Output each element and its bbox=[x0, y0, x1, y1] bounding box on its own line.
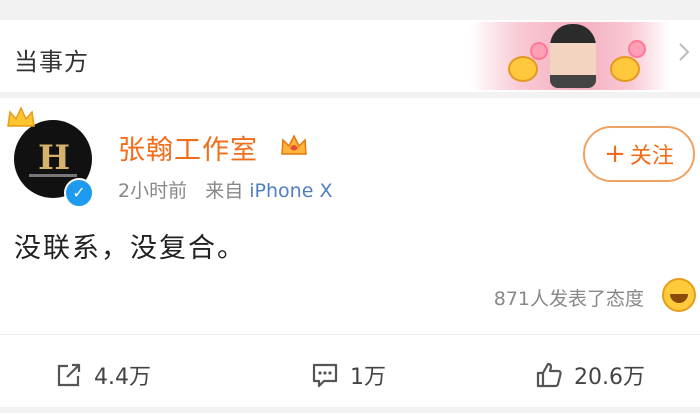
source-prefix: 来自 bbox=[205, 180, 244, 202]
weibo-post-card: H ✓ 张翰工作室 2小时前 来自 iPhone X + 关注 没联系，没复合。… bbox=[0, 98, 700, 334]
heart-icon bbox=[530, 42, 548, 60]
top-gap bbox=[0, 0, 700, 20]
vip-crown-icon[interactable] bbox=[280, 132, 308, 158]
post-meta: 2小时前 来自 iPhone X bbox=[118, 176, 332, 203]
follow-label: 关注 bbox=[629, 144, 674, 169]
sticker-icon bbox=[610, 56, 640, 82]
bottom-divider bbox=[0, 407, 700, 413]
comment-button[interactable]: 1万 bbox=[310, 335, 386, 414]
celebrity-banner-image[interactable] bbox=[470, 22, 670, 90]
source-device-link[interactable]: iPhone X bbox=[249, 180, 332, 202]
laugh-emoji-icon[interactable] bbox=[662, 278, 696, 312]
verified-badge-icon: ✓ bbox=[64, 178, 94, 208]
chevron-right-icon[interactable] bbox=[672, 40, 696, 64]
avatar-logo-subtext bbox=[29, 174, 77, 177]
share-icon bbox=[57, 363, 81, 386]
topic-header: 当事方 bbox=[0, 20, 700, 92]
action-bar: 4.4万 1万 20.6万 bbox=[0, 334, 700, 414]
repost-count: 4.4万 bbox=[94, 364, 151, 390]
comment-count: 1万 bbox=[350, 364, 386, 390]
post-time: 2小时前 bbox=[118, 180, 188, 202]
thumbs-up-icon bbox=[536, 362, 562, 387]
like-button[interactable]: 20.6万 bbox=[534, 335, 645, 414]
crown-icon bbox=[7, 106, 35, 127]
follow-button[interactable]: + 关注 bbox=[583, 126, 695, 182]
plus-icon: + bbox=[604, 139, 626, 169]
header-title: 当事方 bbox=[14, 48, 89, 76]
heart-icon bbox=[628, 40, 646, 58]
comment-icon bbox=[312, 363, 338, 387]
username[interactable]: 张翰工作室 bbox=[118, 128, 258, 167]
repost-button[interactable]: 4.4万 bbox=[54, 335, 151, 414]
sticker-icon bbox=[508, 56, 538, 82]
reactions-summary[interactable]: 871人发表了态度 bbox=[494, 284, 644, 311]
post-content: 没联系，没复合。 bbox=[14, 233, 246, 264]
like-count: 20.6万 bbox=[574, 364, 645, 390]
avatar-logo: H bbox=[38, 138, 71, 178]
portrait-image bbox=[550, 24, 596, 88]
